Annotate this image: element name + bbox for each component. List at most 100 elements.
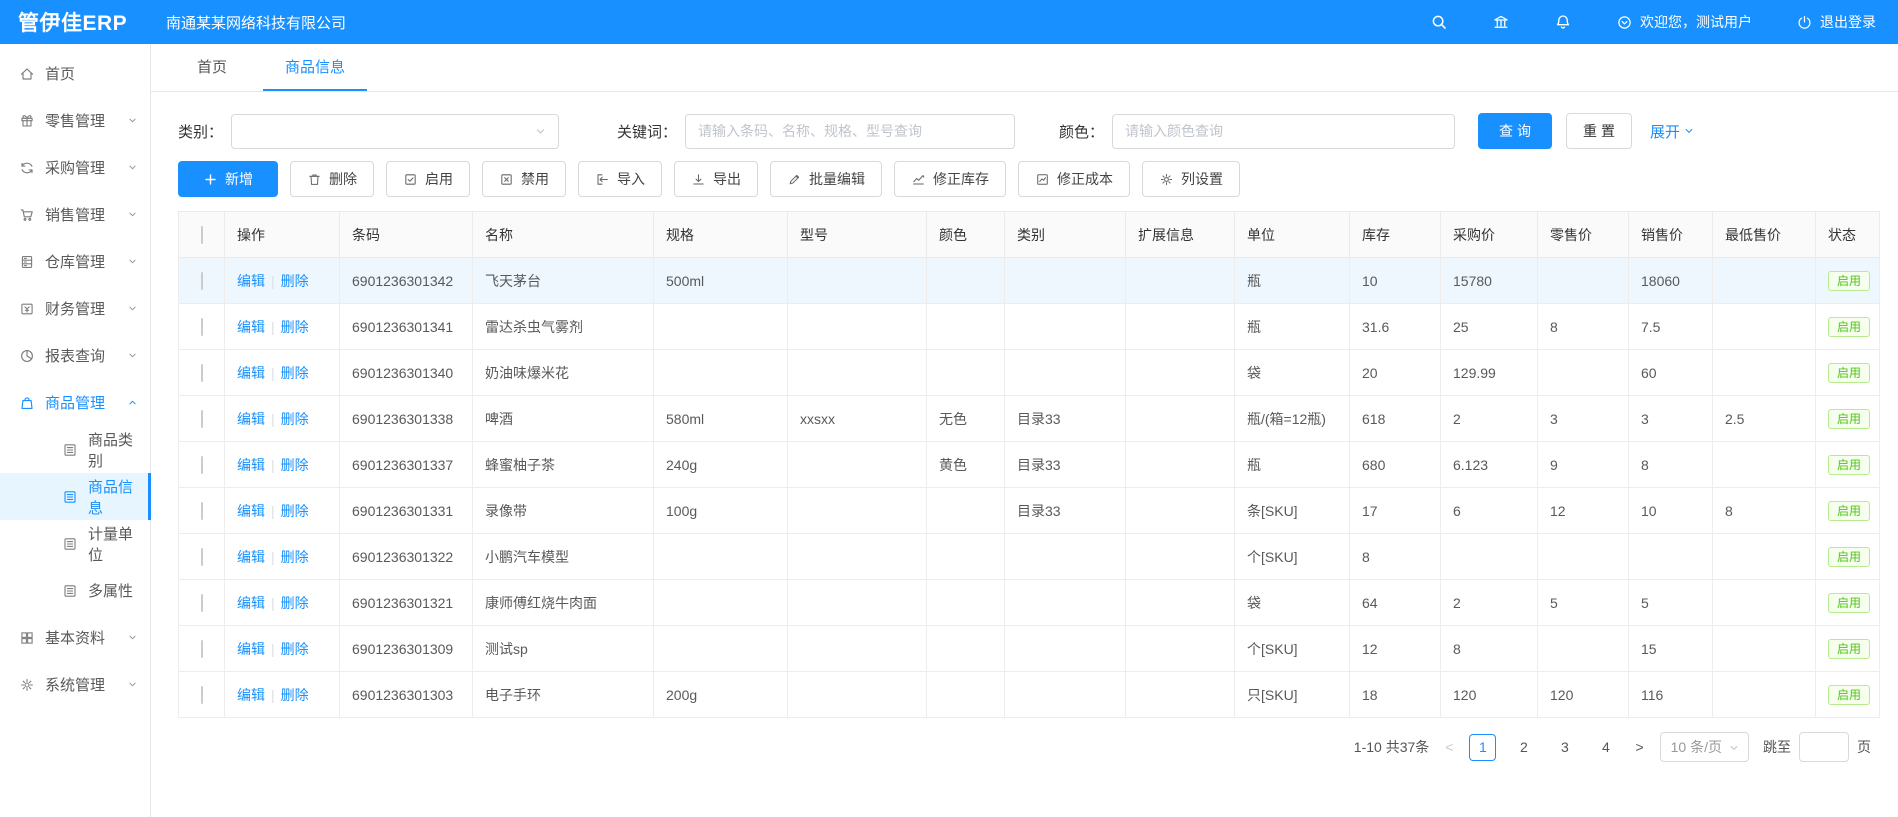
batch-edit-button-label: 批量编辑 <box>809 169 865 189</box>
delete-link[interactable]: 删除 <box>281 273 309 289</box>
sidebar-item-measure-unit[interactable]: 计量单位 <box>0 520 150 567</box>
fix-stock-button[interactable]: 修正库存 <box>894 161 1006 197</box>
edit-link[interactable]: 编辑 <box>237 549 265 565</box>
category-select[interactable] <box>231 114 559 149</box>
cell-retail_price: 120 <box>1538 672 1629 718</box>
select-all-checkbox[interactable] <box>201 226 203 244</box>
row-checkbox[interactable] <box>201 364 203 382</box>
row-checkbox[interactable] <box>201 456 203 474</box>
cell-unit: 瓶 <box>1235 304 1350 350</box>
sidebar-item-system-management[interactable]: 系统管理 <box>0 661 150 708</box>
delete-link[interactable]: 删除 <box>281 457 309 473</box>
row-checkbox[interactable] <box>201 548 203 566</box>
disable-button[interactable]: 禁用 <box>482 161 566 197</box>
prev-page-button[interactable]: < <box>1443 739 1455 755</box>
page-number-1[interactable]: 1 <box>1469 734 1496 761</box>
sidebar-item-goods-category[interactable]: 商品类别 <box>0 426 150 473</box>
keyword-input[interactable] <box>685 114 1015 149</box>
page-number-4[interactable]: 4 <box>1592 734 1619 761</box>
status-badge: 启用 <box>1828 409 1870 429</box>
column-settings-button[interactable]: 列设置 <box>1142 161 1240 197</box>
search-button[interactable]: 查询 <box>1478 113 1552 149</box>
jump-page-input[interactable] <box>1799 732 1849 762</box>
edit-link[interactable]: 编辑 <box>237 365 265 381</box>
sidebar-item-warehouse-management[interactable]: 仓库管理 <box>0 238 150 285</box>
column-header-category: 类别 <box>1005 212 1126 258</box>
delete-link[interactable]: 删除 <box>281 365 309 381</box>
bank-icon[interactable] <box>1492 13 1510 31</box>
page-size-select[interactable]: 10 条/页 <box>1660 732 1749 762</box>
delete-link[interactable]: 删除 <box>281 319 309 335</box>
import-button[interactable]: 导入 <box>578 161 662 197</box>
row-checkbox[interactable] <box>201 410 203 428</box>
edit-link[interactable]: 编辑 <box>237 687 265 703</box>
sidebar-item-purchase-management[interactable]: 采购管理 <box>0 144 150 191</box>
sidebar-item-basic-data[interactable]: 基本资料 <box>0 614 150 661</box>
row-checkbox[interactable] <box>201 640 203 658</box>
row-checkbox[interactable] <box>201 594 203 612</box>
delete-button[interactable]: 删除 <box>290 161 374 197</box>
enable-button-label: 启用 <box>425 169 453 189</box>
edit-link[interactable]: 编辑 <box>237 457 265 473</box>
batch-edit-button[interactable]: 批量编辑 <box>770 161 882 197</box>
cell-barcode: 6901236301309 <box>340 626 473 672</box>
cell-retail_price <box>1538 258 1629 304</box>
tab-goods-info[interactable]: 商品信息 <box>263 44 367 91</box>
edit-link[interactable]: 编辑 <box>237 319 265 335</box>
sidebar-item-goods-info[interactable]: 商品信息 <box>0 473 150 520</box>
row-checkbox[interactable] <box>201 318 203 336</box>
user-menu[interactable]: 欢迎您，测试用户 <box>1616 12 1752 32</box>
cell-sale_price: 15 <box>1629 626 1713 672</box>
cell-ops: 编辑|删除 <box>225 442 340 488</box>
edit-link[interactable]: 编辑 <box>237 411 265 427</box>
row-checkbox[interactable] <box>201 272 203 290</box>
bell-icon[interactable] <box>1554 13 1572 31</box>
reset-button[interactable]: 重置 <box>1566 113 1632 149</box>
delete-link[interactable]: 删除 <box>281 687 309 703</box>
sidebar-item-report-query[interactable]: 报表查询 <box>0 332 150 379</box>
cell-ops: 编辑|删除 <box>225 258 340 304</box>
page-number-3[interactable]: 3 <box>1551 734 1578 761</box>
edit-link[interactable]: 编辑 <box>237 641 265 657</box>
chevron-down-icon <box>1683 125 1695 137</box>
sidebar-item-retail-management[interactable]: 零售管理 <box>0 97 150 144</box>
sidebar-item-label: 基本资料 <box>45 627 105 648</box>
cell-min_price <box>1713 258 1816 304</box>
expand-link[interactable]: 展开 <box>1650 121 1695 142</box>
cell-status: 启用 <box>1816 442 1880 488</box>
delete-link[interactable]: 删除 <box>281 549 309 565</box>
sidebar-item-finance-management[interactable]: 财务管理 <box>0 285 150 332</box>
cell-barcode: 6901236301338 <box>340 396 473 442</box>
tab-home[interactable]: 首页 <box>175 44 249 91</box>
search-icon[interactable] <box>1430 13 1448 31</box>
cell-status: 启用 <box>1816 258 1880 304</box>
fix-cost-button[interactable]: 修正成本 <box>1018 161 1130 197</box>
delete-link[interactable]: 删除 <box>281 503 309 519</box>
delete-link[interactable]: 删除 <box>281 595 309 611</box>
sidebar-item-multi-attribute[interactable]: 多属性 <box>0 567 150 614</box>
link-separator: | <box>271 365 275 381</box>
enable-button[interactable]: 启用 <box>386 161 470 197</box>
add-button[interactable]: 新增 <box>178 161 278 197</box>
delete-button-label: 删除 <box>329 169 357 189</box>
table-header-row: 操作条码名称规格型号颜色类别扩展信息单位库存采购价零售价销售价最低售价状态 <box>179 212 1880 258</box>
delete-link[interactable]: 删除 <box>281 411 309 427</box>
next-page-button[interactable]: > <box>1633 739 1645 755</box>
cell-ops: 编辑|删除 <box>225 304 340 350</box>
table-row: 编辑|删除6901236301338啤酒580mlxxsxx无色目录33瓶/(箱… <box>179 396 1880 442</box>
edit-link[interactable]: 编辑 <box>237 595 265 611</box>
delete-link[interactable]: 删除 <box>281 641 309 657</box>
edit-link[interactable]: 编辑 <box>237 273 265 289</box>
row-checkbox[interactable] <box>201 502 203 520</box>
sidebar-item-goods-management[interactable]: 商品管理 <box>0 379 150 426</box>
row-checkbox[interactable] <box>201 686 203 704</box>
sidebar-item-home[interactable]: 首页 <box>0 50 150 97</box>
page-number-2[interactable]: 2 <box>1510 734 1537 761</box>
edit-link[interactable]: 编辑 <box>237 503 265 519</box>
column-header-unit: 单位 <box>1235 212 1350 258</box>
logout-button[interactable]: 退出登录 <box>1796 12 1876 32</box>
export-button[interactable]: 导出 <box>674 161 758 197</box>
sidebar-item-sales-management[interactable]: 销售管理 <box>0 191 150 238</box>
color-input[interactable] <box>1112 114 1455 149</box>
chevron-down-icon <box>127 162 138 173</box>
